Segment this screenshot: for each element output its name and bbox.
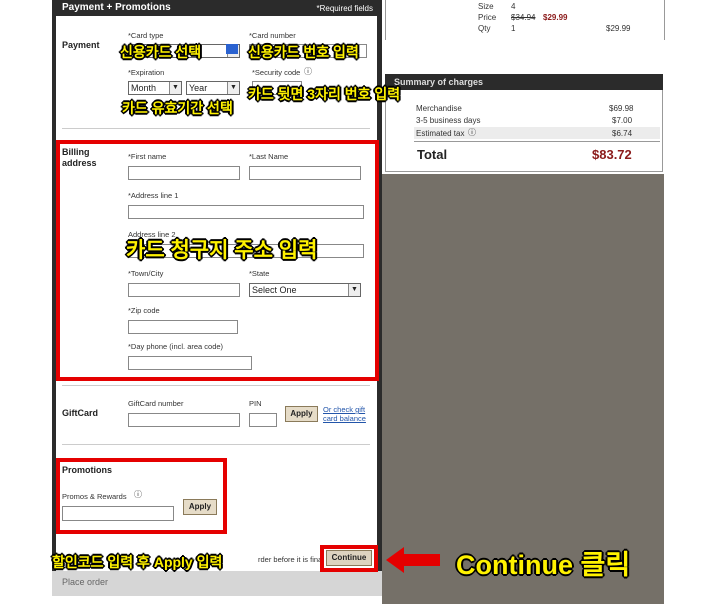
size-label: Size (478, 2, 494, 11)
annotation-promo: 할인코드 입력 후 Apply 입력 (52, 554, 223, 570)
annotation-billing: 카드 청구지 주소 입력 (126, 239, 318, 262)
summary-row-value: $6.74 (612, 129, 633, 138)
panel-title: Payment + Promotions (62, 2, 171, 13)
summary-title: Summary of charges (394, 77, 484, 87)
review-text: rder before it is final (258, 555, 324, 564)
annotation-continue: Continue 클릭 (456, 550, 631, 580)
annotation-security: 카드 뒷면 3자리 번호 입력 (248, 86, 401, 102)
qty-label: Qty (478, 24, 491, 33)
summary-row-value: $69.98 (609, 104, 634, 113)
required-note: *Required fields (316, 4, 373, 13)
promo-highlight-box (56, 458, 227, 534)
summary-row-label: Merchandise (416, 104, 462, 113)
continue-highlight-box (320, 545, 378, 572)
chevron-down-icon: ▼ (169, 82, 181, 94)
total-value: $83.72 (592, 147, 632, 162)
giftcard-number-label: GiftCard number (128, 399, 184, 408)
security-code-label: *Security code (252, 68, 301, 77)
summary-row-value: $7.00 (612, 116, 633, 125)
price-new: $29.99 (543, 13, 568, 22)
expiration-label: *Expiration (128, 68, 165, 77)
giftcard-apply-button[interactable]: Apply (285, 406, 318, 422)
info-icon[interactable]: ⓘ (304, 66, 312, 77)
annotation-card-type: 신용카드 선택 (120, 44, 202, 60)
chevron-down-icon: ▼ (227, 82, 239, 94)
annotation-expiration: 카드 유효기간 선택 (122, 100, 233, 116)
divider (62, 444, 370, 445)
background-area (382, 174, 664, 604)
card-type-label: *Card type (128, 31, 164, 40)
annotation-card-number: 신용카드 번호 입력 (248, 44, 359, 60)
pin-label: PIN (249, 399, 262, 408)
summary-row-label: Estimated tax (416, 129, 465, 138)
giftcard-label: GiftCard (62, 408, 98, 418)
price-old: $34.94 (511, 13, 536, 22)
card-number-label: *Card number (249, 31, 296, 40)
divider (414, 141, 660, 142)
selection-highlight (226, 44, 238, 54)
divider (62, 385, 370, 386)
pin-input[interactable] (249, 413, 277, 427)
giftcard-number-input[interactable] (128, 413, 240, 427)
month-select[interactable]: Month ▼ (128, 81, 182, 95)
total-label: Total (417, 147, 448, 162)
month-value: Month (131, 83, 157, 93)
divider (62, 128, 370, 129)
line-total: $29.99 (606, 24, 631, 33)
year-select[interactable]: Year ▼ (186, 81, 240, 95)
info-icon[interactable]: ⓘ (468, 127, 476, 138)
gift-balance-link[interactable]: Or check gift card balance (323, 405, 375, 423)
size-value: 4 (511, 2, 516, 11)
price-label: Price (478, 13, 497, 22)
year-value: Year (189, 83, 208, 93)
arrow-left-icon (386, 547, 440, 573)
summary-row-label: 3-5 business days (416, 116, 481, 125)
payment-label: Payment (62, 40, 100, 50)
panel-header: Payment + Promotions *Required fields (56, 0, 377, 16)
place-order-heading: Place order (62, 577, 109, 587)
qty-value: 1 (511, 24, 516, 33)
